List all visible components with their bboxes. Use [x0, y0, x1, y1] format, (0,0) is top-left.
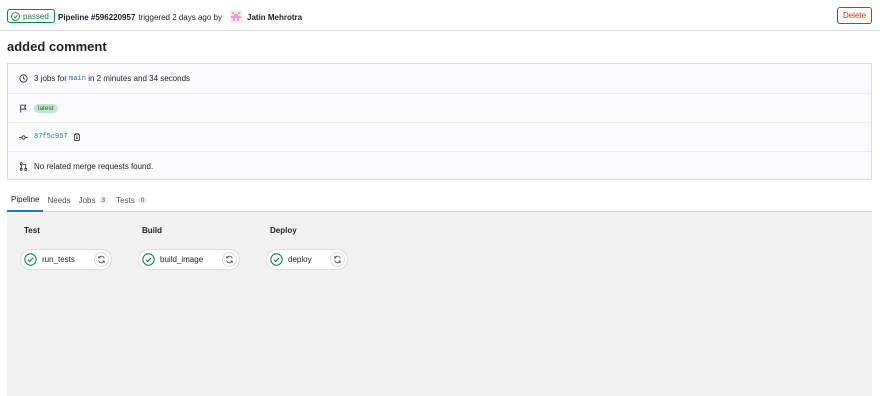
pipeline-info-box: 3 jobs for main in 2 minutes and 34 seco…: [7, 63, 872, 180]
retry-icon: [334, 255, 341, 264]
tab-label: Needs: [47, 195, 71, 205]
pipeline-id: Pipeline #596220957: [58, 12, 136, 22]
copy-icon[interactable]: [73, 133, 81, 141]
job-name: run_tests: [42, 255, 75, 264]
tab-count: 0: [137, 196, 148, 204]
check-circle-icon: [270, 253, 283, 266]
stage-title: Build: [142, 226, 162, 235]
tab-jobs[interactable]: Jobs 3: [75, 188, 113, 212]
tags-row: latest: [8, 93, 871, 122]
retry-button[interactable]: [222, 252, 237, 267]
tab-label: Tests: [116, 195, 135, 205]
tab-tests[interactable]: Tests 0: [112, 188, 151, 212]
tab-label: Pipeline: [11, 194, 40, 204]
commit-row: 87f5c957: [8, 122, 871, 151]
pipeline-header: passed Pipeline #596220957 triggered 2 d…: [0, 0, 880, 31]
tab-pipeline[interactable]: Pipeline: [7, 188, 44, 212]
job-deploy[interactable]: deploy: [266, 249, 348, 270]
check-circle-icon: [142, 253, 155, 266]
triggered-text: triggered 2 days ago by: [138, 12, 222, 22]
job-name: build_image: [160, 255, 204, 264]
job-run-tests[interactable]: run_tests: [20, 249, 112, 270]
tab-needs[interactable]: Needs: [43, 188, 74, 212]
merge-requests-row: No related merge requests found.: [8, 151, 871, 180]
duration-text: in 2 minutes and 34 seconds: [88, 74, 191, 83]
stage-title: Deploy: [270, 226, 297, 235]
check-circle-icon: [11, 11, 20, 21]
retry-button[interactable]: [330, 252, 345, 267]
retry-button[interactable]: [94, 252, 109, 267]
pipeline-graph: Test run_tests Build build_image Deploy …: [7, 212, 872, 396]
commit-sha-link[interactable]: 87f5c957: [34, 133, 68, 141]
jobs-summary-row: 3 jobs for main in 2 minutes and 34 seco…: [8, 64, 871, 93]
jobs-count-text: 3 jobs for: [34, 74, 67, 83]
author-name[interactable]: Jatin Mehrotra: [247, 13, 302, 22]
tab-label: Jobs: [78, 195, 96, 205]
pipeline-tabs: Pipeline Needs Jobs 3 Tests 0: [7, 188, 872, 212]
tab-count: 3: [98, 196, 109, 204]
job-name: deploy: [288, 255, 312, 264]
delete-button[interactable]: Delete: [837, 7, 872, 24]
branch-link[interactable]: main: [69, 75, 86, 83]
page-title: added comment: [7, 39, 107, 54]
stage-title: Test: [24, 226, 40, 235]
avatar-icon[interactable]: [230, 11, 242, 23]
flag-icon: [20, 104, 27, 112]
job-build-image[interactable]: build_image: [138, 249, 240, 270]
merge-requests-text: No related merge requests found.: [34, 161, 154, 171]
check-circle-icon: [24, 253, 37, 266]
clock-icon: [19, 74, 28, 83]
commit-icon: [19, 134, 28, 140]
retry-icon: [98, 255, 105, 264]
retry-icon: [226, 255, 233, 264]
status-label: passed: [23, 11, 49, 21]
status-badge[interactable]: passed: [7, 9, 55, 23]
pipeline-summary: Pipeline #596220957 triggered 2 days ago…: [58, 11, 302, 23]
merge-request-icon: [19, 161, 28, 171]
latest-badge: latest: [34, 103, 58, 113]
